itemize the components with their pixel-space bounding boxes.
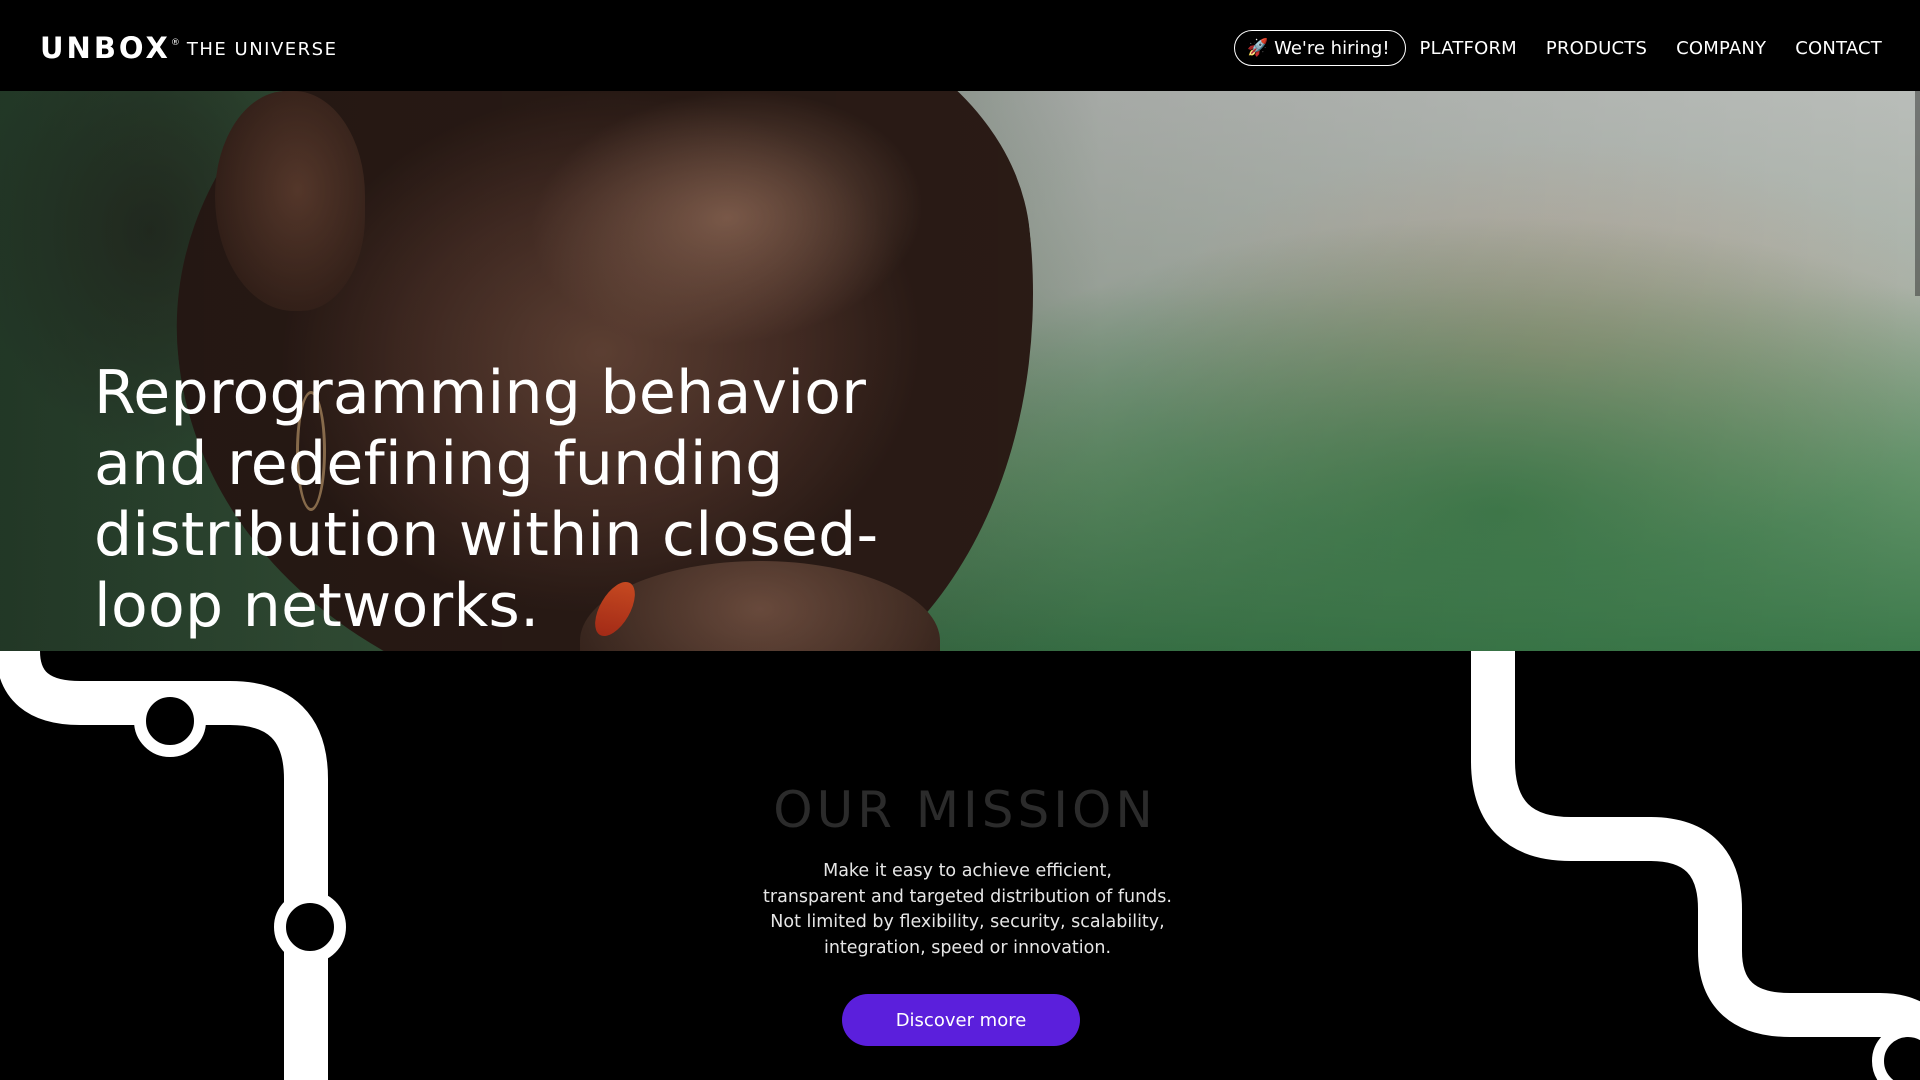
logo-wordmark: UNBOX ® — [40, 33, 180, 63]
logo-tagline: THE UNIVERSE — [186, 39, 338, 60]
registered-mark: ® — [170, 38, 180, 48]
nav-company[interactable]: COMPANY — [1676, 38, 1766, 59]
mission-line: integration, speed or innovation. — [823, 937, 1112, 958]
mission-description: Make it easy to achieve efficient, trans… — [0, 859, 1920, 961]
discover-more-button[interactable]: Discover more — [842, 994, 1080, 1046]
hero-section: Reprogramming behavior and redefining fu… — [0, 91, 1920, 651]
nav-products[interactable]: PRODUCTS — [1546, 38, 1647, 59]
mission-line: transparent and targeted distribution of… — [763, 886, 1172, 907]
main-nav: 🚀 We're hiring! PLATFORM PRODUCTS COMPAN… — [1233, 30, 1882, 66]
hero-title: Reprogramming behavior and redefining fu… — [94, 358, 879, 641]
mission-section: OUR MISSION Make it easy to achieve effi… — [0, 651, 1920, 1080]
mission-line: Make it easy to achieve efficient, — [823, 861, 1112, 881]
site-header: UNBOX ® THE UNIVERSE 🚀 We're hiring! PLA… — [0, 0, 1920, 91]
scrollbar-thumb[interactable] — [1915, 91, 1920, 296]
nav-platform[interactable]: PLATFORM — [1420, 38, 1517, 59]
mission-title: OUR MISSION — [773, 781, 1157, 839]
nav-contact[interactable]: CONTACT — [1795, 38, 1882, 59]
rocket-icon: 🚀 — [1246, 38, 1269, 58]
logo[interactable]: UNBOX ® THE UNIVERSE — [40, 33, 337, 63]
hiring-button[interactable]: 🚀 We're hiring! — [1233, 30, 1406, 66]
hiring-label: We're hiring! — [1274, 37, 1390, 59]
mission-line: Not limited by flexibility, security, sc… — [770, 912, 1165, 932]
left-track-stop-1 — [134, 685, 206, 757]
right-track-stop — [1872, 1025, 1920, 1080]
